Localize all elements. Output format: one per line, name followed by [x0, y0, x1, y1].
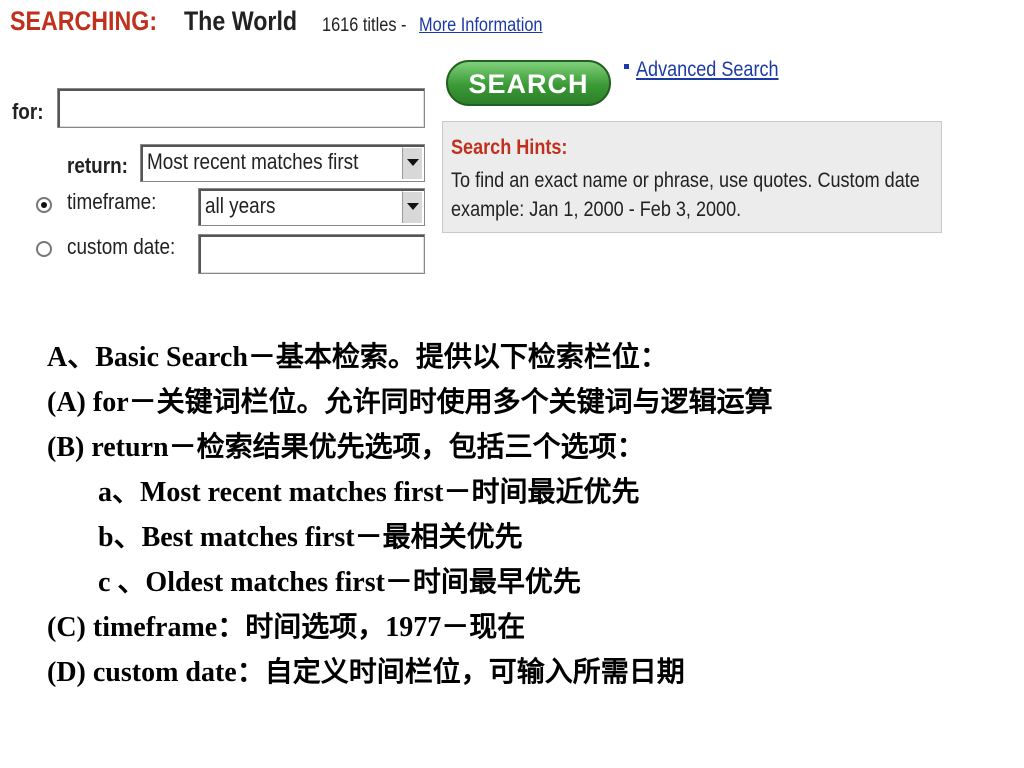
title-count: 1616 titles - [322, 15, 407, 36]
note-line: (D) custom date：自定义时间栏位，可输入所需日期 [47, 657, 685, 688]
note-line: A、Basic Search－基本检索。提供以下检索栏位： [47, 342, 668, 373]
note-line: b、Best matches first－最相关优先 [98, 522, 523, 553]
return-select-value: Most recent matches first [147, 149, 359, 174]
search-button-label: SEARCH [468, 69, 589, 99]
custom-date-radio[interactable] [36, 241, 52, 257]
custom-date-input[interactable] [198, 234, 425, 274]
note-line: (A) for－关键词栏位。允许同时使用多个关键词与逻辑运算 [47, 387, 773, 418]
note-line: (B) return－检索结果优先选项，包括三个选项： [47, 432, 645, 463]
note-line: a、Most recent matches first－时间最近优先 [98, 477, 640, 508]
custom-date-label: custom date: [67, 234, 176, 259]
chevron-down-icon[interactable] [402, 147, 422, 179]
timeframe-select-value: all years [205, 193, 276, 218]
timeframe-radio[interactable] [36, 197, 52, 213]
note-line: (C) timeframe：时间选项，1977－现在 [47, 612, 526, 643]
search-hints-title: Search Hints: [451, 136, 568, 159]
note-line: c 、Oldest matches first－时间最早优先 [98, 567, 581, 598]
for-input[interactable] [57, 88, 425, 128]
for-label: for: [12, 99, 44, 124]
search-button[interactable]: SEARCH [446, 60, 611, 106]
search-hints-panel: Search Hints: To find an exact name or p… [442, 121, 942, 233]
more-information-link[interactable]: More Information [419, 15, 543, 37]
return-label: return: [67, 153, 128, 178]
bullet-icon [624, 64, 629, 69]
return-select[interactable]: Most recent matches first [140, 144, 425, 182]
search-hints-text: To find an exact name or phrase, use quo… [451, 169, 920, 221]
timeframe-select[interactable]: all years [198, 188, 425, 226]
notes-text: A、Basic Search－基本检索。提供以下检索栏位： (A) for－关键… [47, 335, 773, 695]
database-name: The World [184, 6, 298, 36]
timeframe-label: timeframe: [67, 189, 157, 214]
chevron-down-icon[interactable] [402, 191, 422, 223]
advanced-search-link[interactable]: Advanced Search [636, 58, 779, 82]
searching-label: SEARCHING: [10, 6, 158, 36]
